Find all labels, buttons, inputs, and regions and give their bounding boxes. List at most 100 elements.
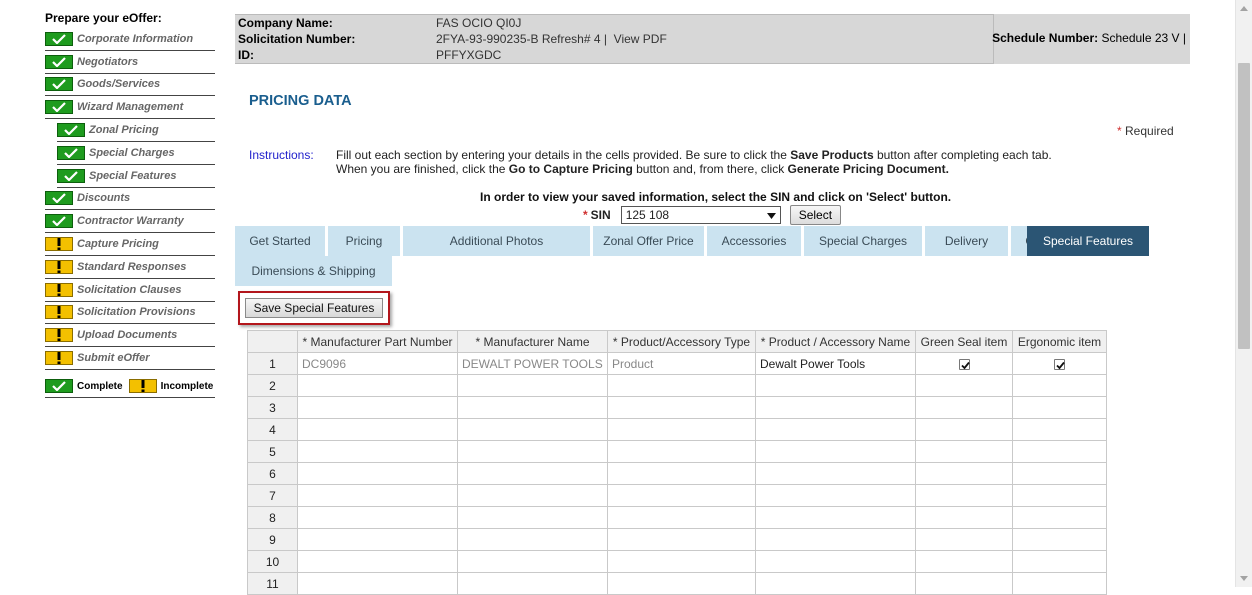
manufacturer-name-cell[interactable] — [457, 440, 608, 463]
product-name-cell[interactable] — [755, 484, 916, 507]
manufacturer-part-number-cell[interactable] — [297, 550, 458, 573]
manufacturer-part-number-cell[interactable] — [297, 506, 458, 529]
green-seal-cell[interactable] — [915, 572, 1013, 595]
manufacturer-part-number-cell[interactable] — [297, 484, 458, 507]
manufacturer-part-number-cell[interactable] — [297, 572, 458, 595]
sidebar-item-discounts[interactable]: Discounts — [45, 188, 215, 211]
manufacturer-name-cell[interactable] — [457, 528, 608, 551]
tab-accessories[interactable]: Accessories — [707, 226, 801, 256]
ergonomic-checkbox[interactable] — [1054, 358, 1065, 370]
manufacturer-part-number-cell[interactable]: DC9096 — [297, 352, 458, 375]
scroll-up-arrow-icon[interactable] — [1236, 0, 1252, 17]
ergonomic-cell[interactable] — [1012, 528, 1107, 551]
manufacturer-part-number-cell[interactable] — [297, 440, 458, 463]
product-name-cell[interactable] — [755, 550, 916, 573]
tab-additional-photos[interactable]: Additional Photos — [403, 226, 590, 256]
sidebar-item-standard-responses[interactable]: Standard Responses — [45, 256, 215, 279]
green-seal-cell[interactable] — [915, 374, 1013, 397]
ergonomic-cell[interactable] — [1012, 572, 1107, 595]
product-type-cell[interactable] — [607, 462, 756, 485]
green-seal-cell[interactable] — [915, 484, 1013, 507]
tab-pricing[interactable]: Pricing — [328, 226, 400, 256]
ergonomic-cell[interactable] — [1012, 462, 1107, 485]
product-type-cell[interactable] — [607, 418, 756, 441]
green-seal-cell[interactable] — [915, 352, 1013, 375]
product-type-cell[interactable] — [607, 484, 756, 507]
product-name-cell[interactable] — [755, 374, 916, 397]
product-name-cell[interactable] — [755, 396, 916, 419]
product-name-cell[interactable] — [755, 528, 916, 551]
manufacturer-name-cell[interactable]: DEWALT POWER TOOLS — [457, 352, 608, 375]
green-seal-cell[interactable] — [915, 506, 1013, 529]
view-pdf-link[interactable]: View PDF — [614, 32, 667, 46]
manufacturer-part-number-cell[interactable] — [297, 396, 458, 419]
sidebar-item-zonal-pricing[interactable]: Zonal Pricing — [57, 119, 215, 142]
manufacturer-name-cell[interactable] — [457, 506, 608, 529]
manufacturer-part-number-cell[interactable] — [297, 462, 458, 485]
ergonomic-cell[interactable] — [1012, 374, 1107, 397]
manufacturer-name-cell[interactable] — [457, 550, 608, 573]
sidebar-item-submit-eoffer[interactable]: Submit eOffer — [45, 347, 215, 370]
green-seal-cell[interactable] — [915, 528, 1013, 551]
product-type-cell[interactable]: Product — [607, 352, 756, 375]
tab-zonal-offer-price[interactable]: Zonal Offer Price — [593, 226, 704, 256]
green-seal-cell[interactable] — [915, 418, 1013, 441]
tab-dimensions-shipping[interactable]: Dimensions & Shipping — [235, 256, 392, 286]
sidebar-item-solicitation-clauses[interactable]: Solicitation Clauses — [45, 279, 215, 302]
product-type-cell[interactable] — [607, 374, 756, 397]
manufacturer-part-number-cell[interactable] — [297, 418, 458, 441]
product-type-cell[interactable] — [607, 550, 756, 573]
sidebar-item-special-charges[interactable]: Special Charges — [57, 142, 215, 165]
product-name-cell[interactable] — [755, 572, 916, 595]
manufacturer-name-cell[interactable] — [457, 374, 608, 397]
ergonomic-cell[interactable] — [1012, 550, 1107, 573]
save-special-features-button[interactable]: Save Special Features — [245, 298, 383, 318]
tab-delivery[interactable]: Delivery — [925, 226, 1008, 256]
scroll-down-arrow-icon[interactable] — [1236, 570, 1252, 587]
ergonomic-cell[interactable] — [1012, 396, 1107, 419]
manufacturer-part-number-cell[interactable] — [297, 374, 458, 397]
green-seal-checkbox[interactable] — [958, 358, 970, 370]
manufacturer-name-cell[interactable] — [457, 572, 608, 595]
product-name-cell[interactable] — [755, 506, 916, 529]
tab-special-features[interactable]: Special Features — [1027, 226, 1149, 256]
product-name-cell[interactable]: Dewalt Power Tools — [755, 352, 916, 375]
product-name-cell[interactable] — [755, 418, 916, 441]
sidebar-item-negotiators[interactable]: Negotiators — [45, 51, 215, 74]
tab-special-charges[interactable]: Special Charges — [804, 226, 922, 256]
green-seal-cell[interactable] — [915, 396, 1013, 419]
manufacturer-name-cell[interactable] — [457, 396, 608, 419]
product-type-cell[interactable] — [607, 440, 756, 463]
manufacturer-name-cell[interactable] — [457, 484, 608, 507]
sidebar-item-contractor-warranty[interactable]: Contractor Warranty — [45, 210, 215, 234]
manufacturer-name-cell[interactable] — [457, 462, 608, 485]
select-button[interactable]: Select — [789, 205, 842, 225]
sin-select[interactable]: 125 108 — [620, 206, 781, 224]
sidebar-item-solicitation-provisions[interactable]: Solicitation Provisions — [45, 302, 215, 325]
product-name-cell[interactable] — [755, 462, 916, 485]
green-seal-cell[interactable] — [915, 462, 1013, 485]
product-type-cell[interactable] — [607, 506, 756, 529]
ergonomic-cell[interactable] — [1012, 484, 1107, 507]
sidebar-item-corporate-information[interactable]: Corporate Information — [45, 28, 215, 51]
ergonomic-cell[interactable] — [1012, 352, 1107, 375]
scroll-thumb[interactable] — [1238, 63, 1250, 349]
manufacturer-name-cell[interactable] — [457, 418, 608, 441]
product-type-cell[interactable] — [607, 396, 756, 419]
product-type-cell[interactable] — [607, 528, 756, 551]
sidebar-item-capture-pricing[interactable]: Capture Pricing — [45, 233, 215, 256]
green-seal-cell[interactable] — [915, 440, 1013, 463]
sidebar-item-upload-documents[interactable]: Upload Documents — [45, 324, 215, 348]
ergonomic-cell[interactable] — [1012, 440, 1107, 463]
ergonomic-cell[interactable] — [1012, 418, 1107, 441]
sidebar-item-goods-services[interactable]: Goods/Services — [45, 74, 215, 97]
tab-get-started[interactable]: Get Started — [235, 226, 325, 256]
ergonomic-cell[interactable] — [1012, 506, 1107, 529]
product-type-cell[interactable] — [607, 572, 756, 595]
manufacturer-part-number-cell[interactable] — [297, 528, 458, 551]
sidebar-item-wizard-management[interactable]: Wizard Management — [45, 96, 215, 120]
sidebar-item-special-features[interactable]: Special Features — [57, 165, 215, 188]
product-name-cell[interactable] — [755, 440, 916, 463]
page-scrollbar[interactable] — [1235, 0, 1252, 587]
green-seal-cell[interactable] — [915, 550, 1013, 573]
